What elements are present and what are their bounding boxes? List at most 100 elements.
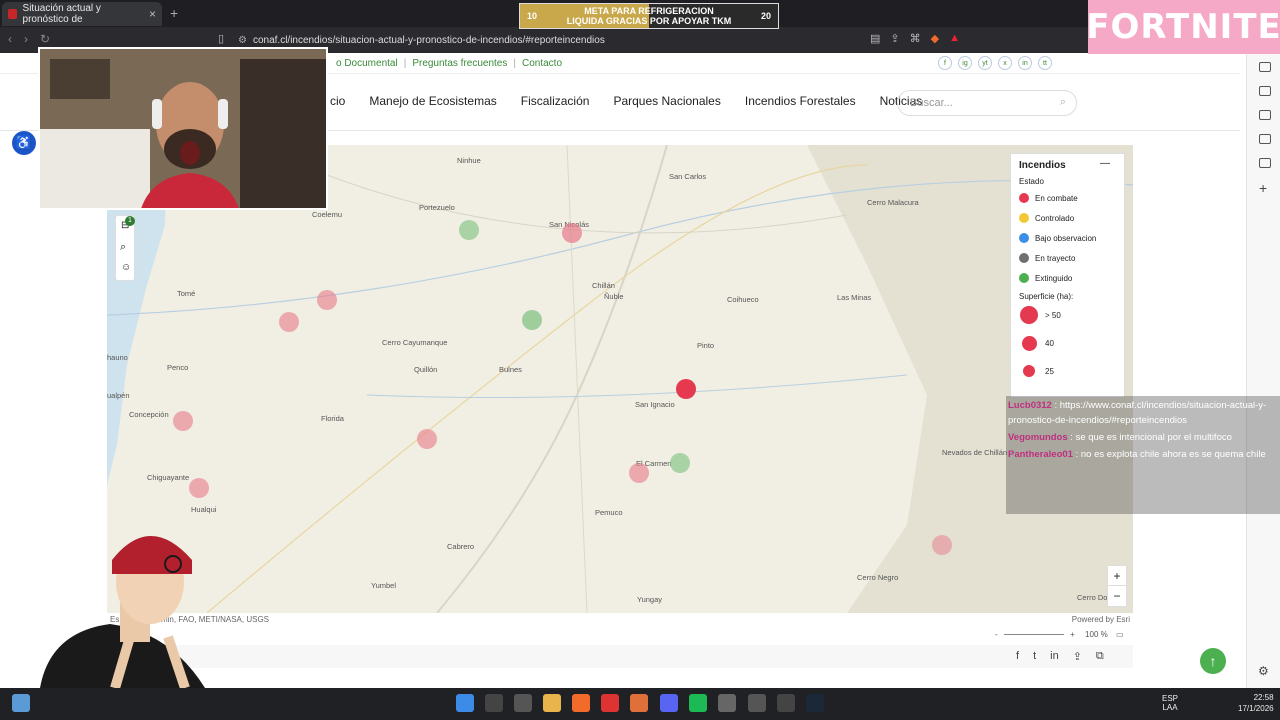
fire-marker-icon[interactable] [676,379,696,399]
nav-item-incendios[interactable]: Incendios Forestales [745,94,856,108]
fire-marker-icon[interactable] [932,535,952,555]
vtuber-avatar [0,512,230,690]
legend-superficie-label: 40 [1045,338,1054,348]
new-tab-button[interactable]: + [170,5,178,21]
reload-icon[interactable]: ↻ [40,32,50,46]
fullscreen-icon[interactable]: ▭ [1116,630,1124,639]
fire-marker-icon[interactable] [670,453,690,473]
x-icon[interactable]: x [998,56,1012,70]
file-explorer-icon[interactable] [543,694,561,712]
system-clock[interactable]: 22:58 17/1/2026 [1238,692,1274,714]
fire-marker-icon[interactable] [562,223,582,243]
share-bar [107,645,1133,668]
nav-item-parques[interactable]: Parques Nacionales [613,94,720,108]
fire-size-icon [1020,306,1038,324]
collapse-legend-icon[interactable]: — [1100,158,1110,169]
linkedin-icon[interactable]: in [1018,56,1032,70]
map-place-label: Cerro Malacura [867,198,920,207]
zoom-minus-icon[interactable]: - [995,630,998,639]
search-input[interactable]: Buscar... ⌕ [897,90,1077,116]
search-icon[interactable]: ⌕ [1060,96,1066,109]
app-icon-2[interactable] [748,694,766,712]
facebook-icon[interactable]: f [938,56,952,70]
fire-size-icon [1021,335,1037,351]
chat-username: Lucb0312 [1008,400,1052,411]
windows-start-icon[interactable] [456,694,474,712]
link-faq[interactable]: Preguntas frecuentes [412,58,507,69]
fire-marker-icon[interactable] [279,312,299,332]
legend-estado-label: Extinguido [1035,273,1073,283]
spotify-icon[interactable] [689,694,707,712]
fire-map[interactable]: NinhuePortezueloSan NicolásSan CarlosChi… [107,145,1133,613]
user-location-icon[interactable]: ☺ [121,262,131,273]
site-info-icon[interactable]: ⚙ [238,35,247,46]
link-contacto[interactable]: Contacto [522,58,562,69]
fire-marker-icon[interactable] [459,220,479,240]
url-field[interactable]: ⚙ conaf.cl/incendios/situacion-actual-y-… [238,30,958,50]
bookmarks-icon[interactable] [1259,134,1271,144]
tiktok-icon[interactable]: tt [1038,56,1052,70]
estado-label: Estado [1019,177,1044,186]
translate-icon[interactable]: ⌘ [910,32,921,45]
facebook-share-icon[interactable]: f [1016,650,1019,663]
youtube-icon[interactable]: yt [978,56,992,70]
tool-badge: 1 [125,216,135,226]
twitter-share-icon[interactable]: t [1033,650,1036,663]
zoom-in-button[interactable]: + [1108,566,1126,586]
add-panel-icon[interactable]: + [1259,180,1267,196]
zoom-slider[interactable] [1003,634,1064,636]
leo-icon[interactable] [1259,62,1271,72]
app-icon-3[interactable] [777,694,795,712]
accessibility-icon[interactable]: ♿ [12,131,36,155]
status-dot-icon [1019,253,1029,263]
nav-item-manejo[interactable]: Manejo de Ecosistemas [369,94,496,108]
zoom-plus-icon[interactable]: + [1070,630,1075,639]
legend-estado-item: En combate [1019,188,1116,208]
app-icon[interactable] [630,694,648,712]
brave-browser-icon[interactable] [572,694,590,712]
map-place-label: Cerro Cayumanque [382,338,447,347]
nav-item-inicio[interactable]: cio [330,94,345,108]
sidebar-settings-icon[interactable]: ⚙ [1258,664,1269,678]
attribution-right[interactable]: Powered by Esri [1072,615,1130,624]
discord-icon[interactable] [660,694,678,712]
obs-icon[interactable] [718,694,736,712]
share-icon[interactable]: ⇪ [890,32,899,45]
brave-shield-icon[interactable]: ◆ [931,32,939,45]
zoom-out-button[interactable]: − [1108,586,1126,606]
map-place-label: Yungay [637,595,662,604]
history-icon[interactable] [1259,158,1271,168]
wallet-icon[interactable] [1259,110,1271,120]
weather-icon[interactable] [12,694,30,712]
instagram-icon[interactable]: ig [958,56,972,70]
fire-marker-icon[interactable] [629,463,649,483]
reading-list-icon[interactable] [1259,86,1271,96]
map-place-label: Chillán [592,281,615,290]
fire-marker-icon[interactable] [522,310,542,330]
tab-title: Situación actual y pronóstico de [22,3,101,25]
linkedin-share-icon[interactable]: in [1050,650,1059,663]
share-icon[interactable]: ⇪ [1073,650,1082,663]
fire-marker-icon[interactable] [417,429,437,449]
language-indicator[interactable]: ESP LAA [1162,694,1178,712]
media-player-icon[interactable] [601,694,619,712]
browser-tab[interactable]: Situación actual y pronóstico de × [2,2,162,26]
back-icon[interactable]: ‹ [8,32,12,46]
steam-icon[interactable] [806,694,824,712]
reader-icon[interactable]: ▤ [870,32,880,45]
nav-item-fiscalizacion[interactable]: Fiscalización [521,94,590,108]
scroll-top-button[interactable]: ↑ [1200,648,1226,674]
forward-icon[interactable]: › [24,32,28,46]
brave-rewards-icon[interactable]: ▲ [949,32,960,45]
search-taskbar-icon[interactable] [485,694,503,712]
bookmark-icon[interactable]: ▯ [218,32,224,45]
link-documental[interactable]: o Documental [336,58,398,69]
fire-marker-icon[interactable] [317,290,337,310]
task-view-icon[interactable] [514,694,532,712]
map-attribution-bar: Es... Tom, Garmin, FAO, METI/NASA, USGS … [107,613,1133,627]
fire-marker-icon[interactable] [173,411,193,431]
copy-link-icon[interactable]: ⧉ [1096,650,1104,663]
map-search-icon[interactable]: ⌕ [120,241,126,254]
fire-marker-icon[interactable] [189,478,209,498]
close-tab-icon[interactable]: × [149,7,156,21]
